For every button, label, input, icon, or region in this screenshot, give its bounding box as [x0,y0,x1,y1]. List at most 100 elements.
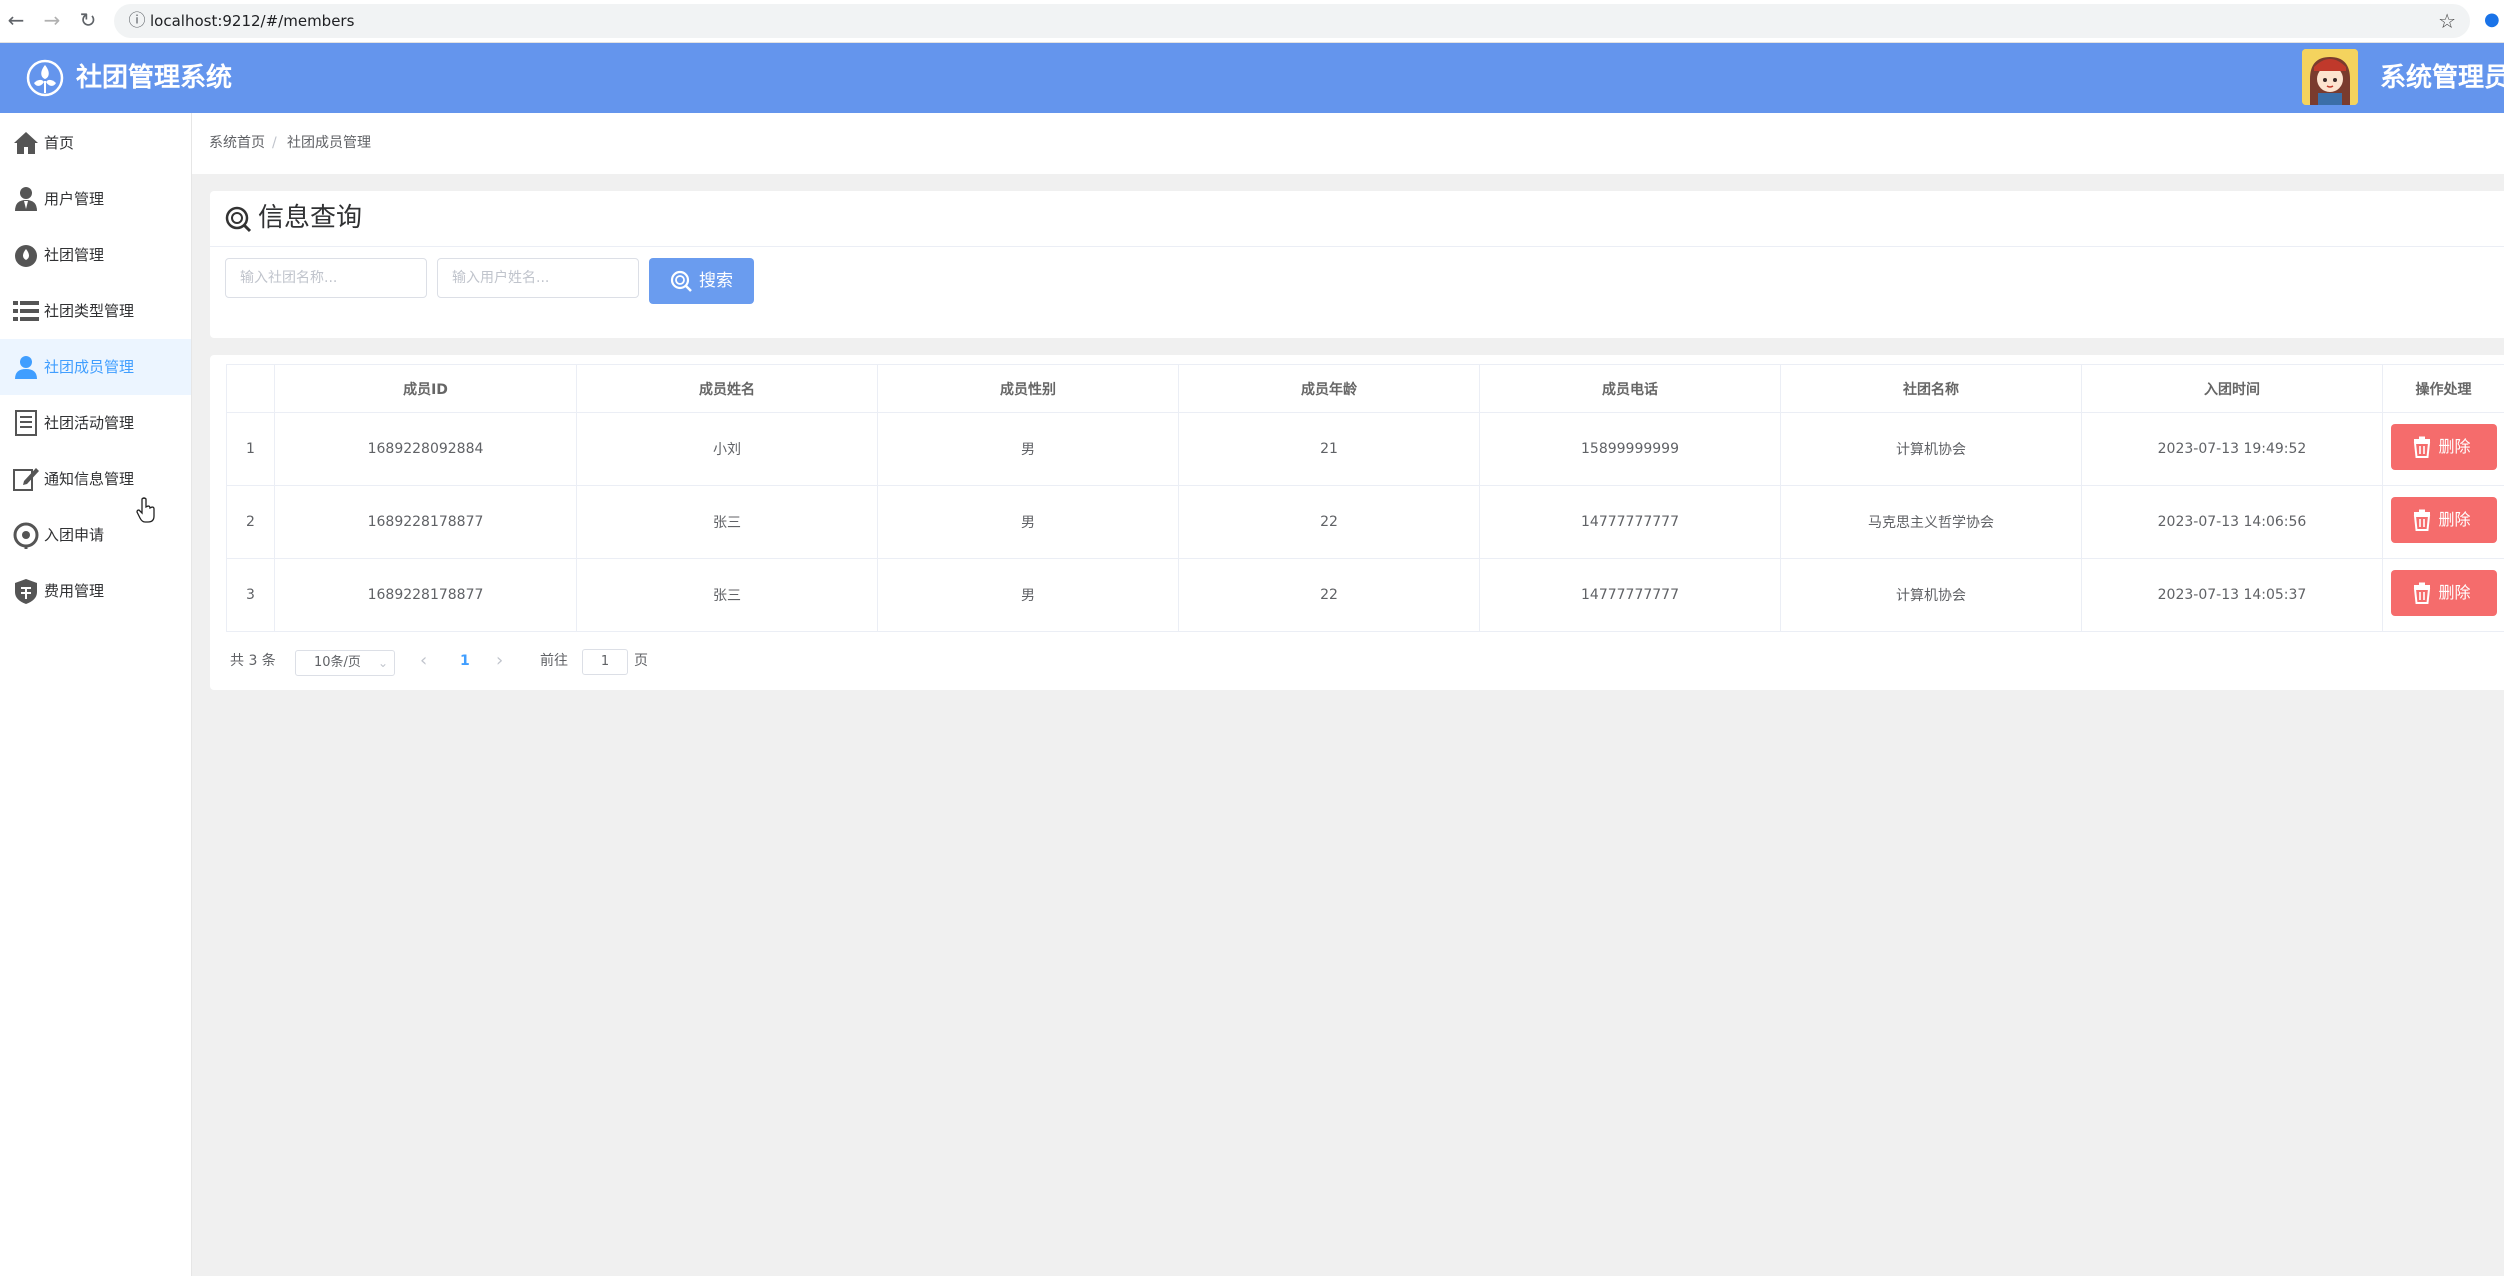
sidebar-item-label: 社团类型管理 [44,302,135,320]
trash-icon [2413,436,2430,458]
sidebar-item-label: 社团成员管理 [44,358,135,376]
delete-button[interactable]: 删除 [2390,570,2497,616]
column-header-actions: 操作处理 [2382,364,2504,413]
edit-icon [13,468,39,491]
sidebar-item-label: 首页 [44,134,75,152]
url-text[interactable]: localhost:9212/#/members [150,4,354,38]
cell-join-time: 2023-07-13 14:06:56 [2081,485,2383,559]
cell-club-name: 计算机协会 [1780,558,2082,632]
table-row: 3 1689228178877 张三 男 22 14777777777 计算机协… [226,558,2504,632]
delete-button[interactable]: 删除 [2390,497,2497,543]
site-info-icon[interactable]: ⓘ [126,9,148,31]
sidebar-item-home[interactable]: 首页 [0,115,191,171]
forward-icon[interactable]: → [40,8,64,32]
cell-phone: 15899999999 [1479,412,1781,486]
table-header-row: 成员ID 成员姓名 成员性别 成员年龄 成员电话 社团名称 入团时间 操作处理 [226,364,2504,413]
avatar[interactable] [2302,49,2358,105]
cell-join-time: 2023-07-13 19:49:52 [2081,412,2383,486]
home-icon [14,132,38,154]
back-icon[interactable]: ← [4,8,28,32]
search-button-label: 搜索 [699,271,733,290]
sidebar-item-label: 入团申请 [44,526,105,544]
table-row: 1 1689228092884 小刘 男 21 15899999999 计算机协… [226,412,2504,486]
sidebar-item-notices[interactable]: 通知信息管理 [0,451,191,507]
list-icon [13,301,39,321]
cell-index: 1 [226,412,275,486]
location-icon [13,522,39,549]
cell-index: 2 [226,485,275,559]
app-title: 社团管理系统 [76,63,233,93]
search-icon [225,206,252,233]
cell-age: 22 [1178,558,1480,632]
sidebar-item-clubs[interactable]: 社团管理 [0,227,191,283]
next-page-button[interactable]: › [496,645,503,677]
delete-button-label: 删除 [2438,510,2471,529]
sidebar-item-label: 通知信息管理 [44,470,135,488]
trash-icon [2413,509,2430,531]
cell-join-time: 2023-07-13 14:05:37 [2081,558,2383,632]
cell-member-name: 张三 [576,558,878,632]
user-name[interactable]: 系统管理员 [2380,43,2504,113]
cell-age: 21 [1178,412,1480,486]
delete-button-label: 删除 [2438,437,2471,456]
trash-icon [2413,582,2430,604]
goto-prefix: 前往 [540,653,568,669]
sidebar-item-label: 费用管理 [44,582,105,600]
cell-gender: 男 [877,558,1179,632]
browser-toolbar: ← → ↻ ⓘ localhost:9212/#/members ☆ ● [0,0,2504,43]
sidebar-item-users[interactable]: 用户管理 [0,171,191,227]
table-row: 2 1689228178877 张三 男 22 14777777777 马克思主… [226,485,2504,559]
column-header-member-name: 成员姓名 [576,364,878,413]
sidebar-item-applications[interactable]: 入团申请 [0,507,191,563]
cell-club-name: 计算机协会 [1780,412,2082,486]
profile-icon[interactable]: ● [2484,8,2504,32]
user-icon [15,187,37,211]
pagination-total: 共 3 条 [230,653,276,669]
column-header-age: 成员年龄 [1178,364,1480,413]
cell-actions: 删除 [2382,558,2504,632]
column-header-phone: 成员电话 [1479,364,1781,413]
cell-age: 22 [1178,485,1480,559]
reload-icon[interactable]: ↻ [76,8,100,32]
app-header: 社团管理系统 系统管理员 [0,43,2504,113]
goto-page-input[interactable]: 1 [582,649,628,675]
cell-member-name: 张三 [576,485,878,559]
search-panel-title: 信息查询 [258,203,363,233]
hand-cursor-icon [136,497,155,523]
cell-phone: 14777777777 [1479,558,1781,632]
sidebar-item-activities[interactable]: 社团活动管理 [0,395,191,451]
user-name-input[interactable] [437,258,639,298]
search-button[interactable]: 搜索 [649,258,754,304]
chevron-down-icon: ⌄ [377,656,388,670]
cell-club-name: 马克思主义哲学协会 [1780,485,2082,559]
page-number-current[interactable]: 1 [460,645,470,677]
column-header-gender: 成员性别 [877,364,1179,413]
document-icon [15,410,37,436]
column-header-index [226,364,275,413]
cell-member-name: 小刘 [576,412,878,486]
column-header-club-name: 社团名称 [1780,364,2082,413]
sidebar-item-label: 社团活动管理 [44,414,135,432]
breadcrumb-separator: / [272,135,277,151]
address-bar[interactable]: ⓘ localhost:9212/#/members ☆ [114,4,2470,38]
goto-suffix: 页 [634,653,648,669]
breadcrumb-home[interactable]: 系统首页 [209,113,265,174]
prev-page-button[interactable]: ‹ [420,645,427,677]
search-panel: 信息查询 搜索 [210,191,2504,338]
sidebar-item-label: 用户管理 [44,190,105,208]
cell-gender: 男 [877,485,1179,559]
sidebar-item-club-types[interactable]: 社团类型管理 [0,283,191,339]
club-name-input[interactable] [225,258,427,298]
column-header-join-time: 入团时间 [2081,364,2383,413]
search-icon [670,270,692,292]
bookmark-star-icon[interactable]: ☆ [2438,8,2456,34]
delete-button[interactable]: 删除 [2390,424,2497,470]
page-size-value: 10条/页 [314,655,361,670]
breadcrumb-current: 社团成员管理 [287,135,371,151]
logo-icon [26,59,64,97]
page-size-select[interactable]: 10条/页 ⌄ [295,650,395,676]
sidebar-item-members[interactable]: 社团成员管理 [0,339,191,395]
cell-member-id: 1689228178877 [274,558,577,632]
sidebar-item-fees[interactable]: 费用管理 [0,563,191,619]
cell-member-id: 1689228178877 [274,485,577,559]
